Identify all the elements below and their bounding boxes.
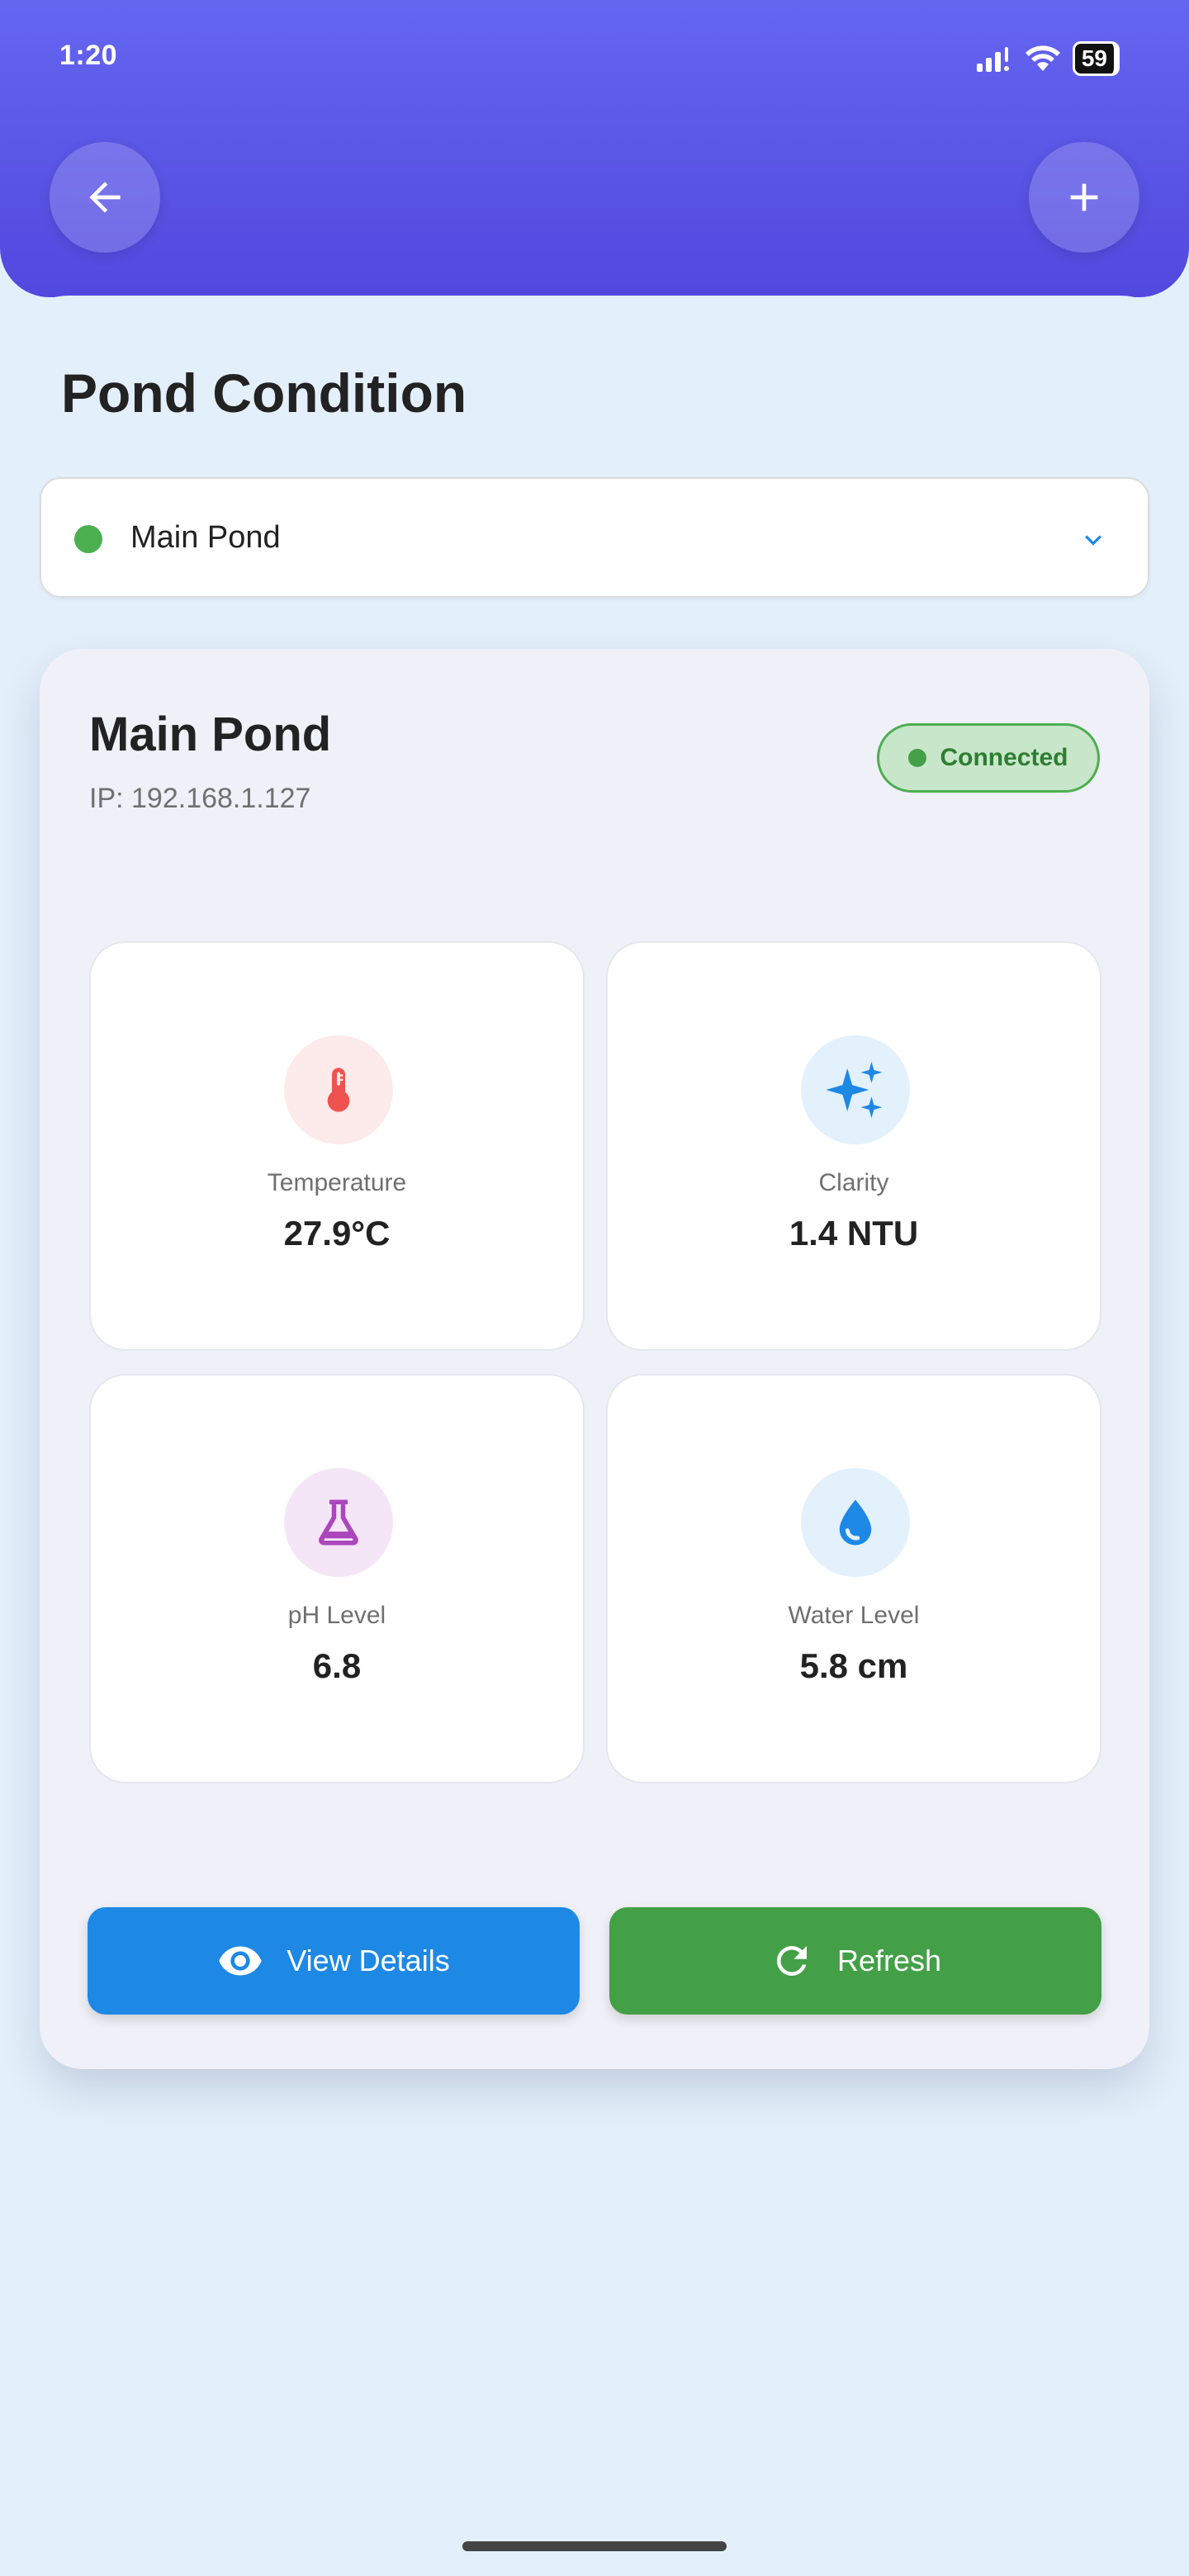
metric-value: 1.4 NTU bbox=[789, 1214, 919, 1252]
wifi-icon bbox=[1025, 45, 1060, 71]
flask-icon bbox=[284, 1468, 393, 1577]
sparkle-icon bbox=[801, 1035, 910, 1144]
refresh-label: Refresh bbox=[836, 1944, 942, 1977]
pond-status-dot bbox=[74, 525, 102, 553]
metric-ph-level[interactable]: pH Level 6.8 bbox=[89, 1374, 585, 1783]
pond-ip: IP: 192.168.1.127 bbox=[89, 783, 311, 814]
status-dot bbox=[908, 749, 927, 767]
metric-clarity[interactable]: Clarity 1.4 NTU bbox=[606, 941, 1101, 1351]
metric-value: 5.8 cm bbox=[799, 1646, 908, 1685]
metric-temperature[interactable]: Temperature 27.9°C bbox=[89, 941, 585, 1351]
status-icons: 59 bbox=[976, 41, 1120, 76]
connection-status-badge: Connected bbox=[877, 723, 1100, 793]
metric-value: 6.8 bbox=[312, 1646, 362, 1685]
metric-value: 27.9°C bbox=[283, 1214, 391, 1252]
pond-dropdown-value: Main Pond bbox=[130, 520, 281, 555]
add-pond-button[interactable] bbox=[1029, 142, 1139, 253]
view-details-label: View Details bbox=[287, 1944, 450, 1977]
back-button[interactable] bbox=[50, 142, 160, 253]
status-time: 1:20 bbox=[59, 40, 118, 71]
plus-icon bbox=[1070, 183, 1098, 211]
signal-icon bbox=[976, 47, 1009, 72]
connection-status-text: Connected bbox=[940, 744, 1068, 771]
pond-dropdown[interactable]: Main Pond bbox=[40, 477, 1149, 598]
water-drop-icon bbox=[801, 1468, 910, 1577]
refresh-icon bbox=[776, 1946, 807, 1976]
pond-name: Main Pond bbox=[89, 708, 332, 761]
metric-label: pH Level bbox=[287, 1602, 386, 1629]
chevron-down-icon bbox=[1085, 535, 1101, 546]
pond-card: Main Pond IP: 192.168.1.127 Connected Te… bbox=[40, 649, 1149, 2069]
battery-indicator: 59 bbox=[1072, 41, 1120, 76]
eye-icon bbox=[219, 1946, 262, 1976]
metric-label: Clarity bbox=[818, 1169, 889, 1196]
home-indicator bbox=[462, 2541, 727, 2551]
thermometer-icon bbox=[284, 1035, 393, 1144]
metric-water-level[interactable]: Water Level 5.8 cm bbox=[606, 1374, 1101, 1783]
view-details-button[interactable]: View Details bbox=[88, 1907, 580, 2015]
metric-label: Water Level bbox=[788, 1602, 920, 1629]
status-bar: 1:20 59 bbox=[0, 0, 1189, 116]
page-title: Pond Condition bbox=[61, 362, 467, 424]
metric-label: Temperature bbox=[267, 1169, 407, 1196]
refresh-button[interactable]: Refresh bbox=[609, 1907, 1101, 2015]
arrow-left-icon bbox=[89, 182, 121, 213]
